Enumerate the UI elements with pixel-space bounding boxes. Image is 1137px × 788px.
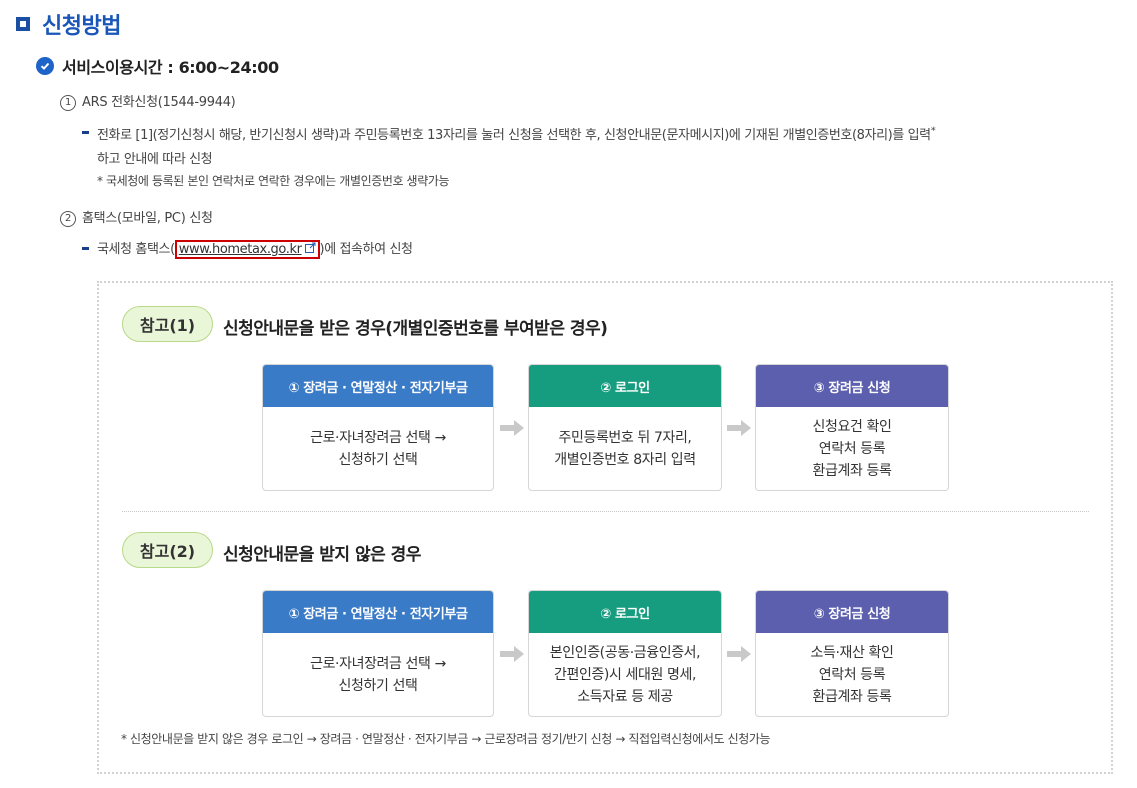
step-body: 소득·재산 확인 연락처 등록 환급계좌 등록 [810,645,894,705]
square-bullet-icon [16,17,30,31]
method2-label: 홈택스(모바일, PC) 신청 [82,211,213,226]
step-header: ② 로그인 [529,591,721,633]
step-body: 근로·자녀장려금 선택 → 신청하기 선택 [310,430,446,468]
section-heading: 서비스이용시간 : 6:00~24:00 [36,54,279,78]
step-header: ③ 장려금 신청 [756,591,948,633]
ref2-badge: 참고(2) [122,532,213,568]
arrow-right-icon [500,646,524,662]
service-hours: 서비스이용시간 : 6:00~24:00 [62,58,279,77]
ref2-step3: ③ 장려금 신청 소득·재산 확인 연락처 등록 환급계좌 등록 [755,590,949,717]
dash-icon [82,247,89,250]
ref1-badge: 참고(1) [122,306,213,342]
method2-desc: 국세청 홈택스(www.hometax.go.kr)에 접속하여 신청 [97,240,413,259]
ref2-title: 신청안내문을 받지 않은 경우 [223,545,421,565]
ref2-step1: ① 장려금 · 연말정산 · 전자기부금 근로·자녀장려금 선택 → 신청하기 … [262,590,494,717]
hometax-link[interactable]: www.hometax.go.kr [179,242,302,257]
step-body: 신청요건 확인 연락처 등록 환급계좌 등록 [812,419,892,479]
arrow-right-icon [727,420,751,436]
method1-note: * 국세청에 등록된 본인 연락처로 연락한 경우에는 개별인증번호 생략가능 [97,174,450,188]
step-body: 본인인증(공동·금융인증서, 간편인증)시 세대원 명세, 소득자료 등 제공 [549,645,701,705]
ref1-title: 신청안내문을 받은 경우(개별인증번호를 부여받은 경우) [223,319,608,339]
step-header: ② 로그인 [529,365,721,407]
method1-desc-line1: 전화로 [1](정기신청시 해당, 반기신청시 생략)과 주민등록번호 13자리… [97,125,936,143]
ref1-step3: ③ 장려금 신청 신청요건 확인 연락처 등록 환급계좌 등록 [755,364,949,491]
hometax-link-box[interactable]: www.hometax.go.kr [174,240,320,259]
step-header: ① 장려금 · 연말정산 · 전자기부금 [263,365,493,407]
number-2-icon: 2 [60,210,76,227]
method1-desc-line2: 하고 안내에 따라 신청 [97,152,213,167]
method1-label: ARS 전화신청(1544-9944) [82,95,236,110]
number-1-icon: 1 [60,94,76,111]
bottom-note: * 신청안내문을 받지 않은 경우 로그인 → 장려금 · 연말정산 · 전자기… [121,732,771,746]
ref1-step2: ② 로그인 주민등록번호 뒤 7자리, 개별인증번호 8자리 입력 [528,364,722,491]
ref2-step2: ② 로그인 본인인증(공동·금융인증서, 간편인증)시 세대원 명세, 소득자료… [528,590,722,717]
step-header: ① 장려금 · 연말정산 · 전자기부금 [263,591,493,633]
arrow-right-icon [727,646,751,662]
page-title: 신청방법 [16,8,121,40]
asterisk-mark: * [930,125,936,137]
step-body: 주민등록번호 뒤 7자리, 개별인증번호 8자리 입력 [554,430,696,468]
method1-label-row: 1 ARS 전화신청(1544-9944) [60,91,236,111]
step-body: 근로·자녀장려금 선택 → 신청하기 선택 [310,656,446,694]
method2-label-row: 2 홈택스(모바일, PC) 신청 [60,207,213,227]
step-header: ③ 장려금 신청 [756,365,948,407]
ref1-step1: ① 장려금 · 연말정산 · 전자기부금 근로·자녀장려금 선택 → 신청하기 … [262,364,494,491]
arrow-right-icon [500,420,524,436]
divider [122,511,1089,512]
dash-icon [82,131,89,134]
external-link-icon[interactable] [304,242,316,257]
check-circle-icon [36,57,54,75]
page-title-text: 신청방법 [42,14,121,39]
